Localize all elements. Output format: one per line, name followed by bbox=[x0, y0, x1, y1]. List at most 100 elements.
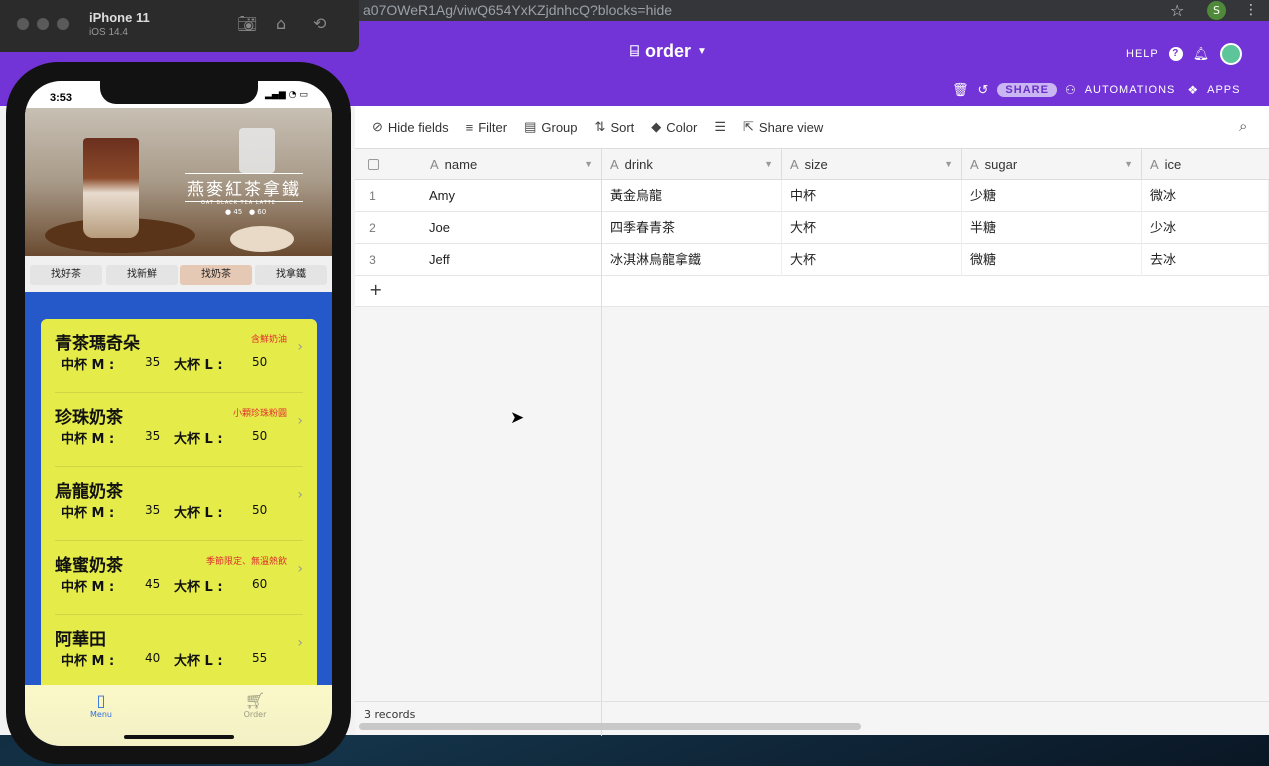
text-field-icon: A bbox=[790, 156, 799, 172]
simulator-os-version: iOS 14.4 bbox=[89, 27, 128, 38]
chevron-right-icon: › bbox=[297, 339, 303, 355]
item-name: 珍珠奶茶 bbox=[55, 408, 123, 428]
column-header-size[interactable]: Asize ▼ bbox=[782, 149, 962, 180]
paint-bucket-icon: ◆ bbox=[651, 119, 662, 134]
apps-button[interactable]: APPS bbox=[1207, 84, 1240, 96]
column-header-ice[interactable]: Aice bbox=[1142, 149, 1269, 180]
row-number: 3 bbox=[369, 253, 376, 267]
share-view-label: Share view bbox=[758, 119, 824, 135]
cell-size[interactable]: 大杯 bbox=[782, 212, 962, 244]
chevron-right-icon: › bbox=[297, 487, 303, 503]
cell-name[interactable]: Joe bbox=[421, 212, 602, 244]
medium-price: 45 bbox=[145, 577, 161, 591]
column-header-name[interactable]: Aname ▼ bbox=[422, 149, 602, 180]
menu-item[interactable]: 珍珠奶茶 小顆珍珠粉圓 中杯 M : 35 大杯 L : 50 › bbox=[41, 393, 317, 467]
bell-icon[interactable]: 🔔︎ bbox=[1193, 46, 1211, 62]
home-icon[interactable]: ⌂ bbox=[276, 14, 286, 33]
large-price: 50 bbox=[252, 429, 268, 443]
promo-banner[interactable]: 燕麥紅茶拿鐵 OAT BLACK TEA LATTE ● 45 ● 60 bbox=[25, 108, 332, 256]
screenshot-camera-icon[interactable]: 📷︎ bbox=[237, 14, 257, 33]
tab-milk-tea[interactable]: 找奶茶 bbox=[180, 265, 252, 285]
large-label: 大杯 L : bbox=[174, 358, 223, 373]
hide-fields-button[interactable]: ⊘ Hide fields bbox=[372, 119, 449, 135]
search-icon[interactable]: ⌕ bbox=[1239, 118, 1247, 135]
cell-sugar[interactable]: 少糖 bbox=[962, 180, 1142, 212]
text-field-icon: A bbox=[1150, 156, 1159, 172]
cart-icon: 🛒︎ bbox=[244, 691, 266, 710]
tab-menu[interactable]: ▯ Menu bbox=[71, 691, 131, 719]
category-tabs: 找好茶 找新鮮 找奶茶 找拿鐵 bbox=[25, 256, 332, 292]
menu-item[interactable]: 青茶瑪奇朵 含鮮奶油 中杯 M : 35 大杯 L : 50 › bbox=[41, 319, 317, 393]
sort-button[interactable]: ⇅ Sort bbox=[595, 119, 635, 135]
chevron-right-icon: › bbox=[297, 635, 303, 651]
user-avatar[interactable] bbox=[1220, 43, 1243, 65]
trash-icon[interactable]: 🗑︎ bbox=[952, 82, 970, 98]
apps-icon: ❖ bbox=[1187, 83, 1200, 97]
row-height-button[interactable]: ☰ bbox=[714, 119, 726, 135]
table-row[interactable]: 1 Amy 黃金烏龍 中杯 少糖 微冰 bbox=[355, 180, 1269, 212]
cell-ice[interactable]: 少冰 bbox=[1142, 212, 1269, 244]
cell-sugar[interactable]: 半糖 bbox=[962, 212, 1142, 244]
table-row[interactable]: 3 Jeff 冰淇淋烏龍拿鐵 大杯 微糖 去冰 bbox=[355, 244, 1269, 276]
tab-latte[interactable]: 找拿鐵 bbox=[255, 265, 327, 285]
help-icon[interactable]: ? bbox=[1168, 47, 1183, 61]
menu-item[interactable]: 阿華田 中杯 M : 40 大杯 L : 55 › bbox=[41, 615, 317, 689]
banner-price-m: 45 bbox=[233, 208, 243, 216]
tab-order[interactable]: 🛒︎ Order bbox=[225, 691, 285, 719]
cell-sugar[interactable]: 微糖 bbox=[962, 244, 1142, 276]
chevron-down-icon[interactable]: ▼ bbox=[944, 159, 953, 169]
table-title-dropdown[interactable]: ⌸ order ▼ bbox=[630, 41, 707, 62]
column-header-drink[interactable]: Adrink ▼ bbox=[602, 149, 782, 180]
item-note: 含鮮奶油 bbox=[250, 335, 287, 345]
text-field-icon: A bbox=[610, 156, 619, 172]
table-row[interactable]: 2 Joe 四季春青茶 大杯 半糖 少冰 bbox=[355, 212, 1269, 244]
add-record-row[interactable]: + bbox=[355, 276, 1269, 307]
chevron-down-icon[interactable]: ▼ bbox=[1124, 159, 1133, 169]
color-button[interactable]: ◆ Color bbox=[651, 119, 697, 135]
share-button[interactable]: SHARE bbox=[997, 83, 1057, 97]
close-window-button[interactable] bbox=[17, 18, 29, 30]
share-view-button[interactable]: ⇱ Share view bbox=[743, 119, 823, 135]
zoom-window-button[interactable] bbox=[57, 18, 69, 30]
tab-fresh[interactable]: 找新鮮 bbox=[106, 265, 178, 285]
tab-good-tea[interactable]: 找好茶 bbox=[30, 265, 102, 285]
cell-size[interactable]: 中杯 bbox=[782, 180, 962, 212]
filter-button[interactable]: ≡ Filter bbox=[466, 120, 507, 135]
cell-drink[interactable]: 四季春青茶 bbox=[602, 212, 782, 244]
bookmark-star-icon[interactable]: ☆ bbox=[1170, 0, 1184, 21]
header-action-row: 🗑︎ ↺ SHARE ⚇ AUTOMATIONS ❖ APPS bbox=[952, 82, 1240, 98]
minimize-window-button[interactable] bbox=[37, 18, 49, 30]
cell-ice[interactable]: 微冰 bbox=[1142, 180, 1269, 212]
chevron-down-icon[interactable]: ▼ bbox=[764, 159, 773, 169]
item-name: 阿華田 bbox=[55, 630, 106, 650]
cell-name[interactable]: Amy bbox=[421, 180, 602, 212]
large-label: 大杯 L : bbox=[174, 506, 223, 521]
group-button[interactable]: ▤ Group bbox=[524, 119, 577, 135]
menu-item[interactable]: 蜂蜜奶茶 季節限定、無溫熱飲 中杯 M : 45 大杯 L : 60 › bbox=[41, 541, 317, 615]
history-icon[interactable]: ↺ bbox=[978, 82, 990, 98]
column-label: size bbox=[804, 156, 828, 172]
cell-ice[interactable]: 去冰 bbox=[1142, 244, 1269, 276]
cell-drink[interactable]: 冰淇淋烏龍拿鐵 bbox=[602, 244, 782, 276]
cell-size[interactable]: 大杯 bbox=[782, 244, 962, 276]
more-menu-icon[interactable]: ⋮ bbox=[1244, 0, 1258, 21]
simulator-titlebar: iPhone 11 iOS 14.4 📷︎ ⌂ ⟲ bbox=[0, 0, 359, 52]
column-header-sugar[interactable]: Asugar ▼ bbox=[962, 149, 1142, 180]
add-record-button[interactable]: + bbox=[369, 280, 382, 299]
url-text[interactable]: a07OWeR1Ag/viwQ654YxKZjdnhcQ?blocks=hide bbox=[363, 0, 672, 21]
column-label: drink bbox=[624, 156, 653, 172]
help-button[interactable]: HELP bbox=[1126, 48, 1159, 60]
group-icon: ▤ bbox=[524, 119, 537, 134]
rotate-icon[interactable]: ⟲ bbox=[313, 14, 326, 33]
cell-name[interactable]: Jeff bbox=[421, 244, 602, 276]
chevron-down-icon[interactable]: ▼ bbox=[584, 159, 593, 169]
cell-drink[interactable]: 黃金烏龍 bbox=[602, 180, 782, 212]
horizontal-scrollbar[interactable] bbox=[359, 723, 861, 730]
automations-button[interactable]: AUTOMATIONS bbox=[1085, 84, 1176, 96]
profile-avatar[interactable]: S bbox=[1207, 1, 1226, 20]
phone-screen: 3:53 ▂▄▆ ◔ ▭ 燕麥紅茶拿鐵 OAT BLACK TEA LATTE … bbox=[25, 81, 332, 746]
banner-price-l: 60 bbox=[257, 208, 267, 216]
select-all-checkbox[interactable] bbox=[368, 158, 379, 170]
menu-item[interactable]: 烏龍奶茶 中杯 M : 35 大杯 L : 50 › bbox=[41, 467, 317, 541]
home-indicator[interactable] bbox=[124, 735, 234, 739]
